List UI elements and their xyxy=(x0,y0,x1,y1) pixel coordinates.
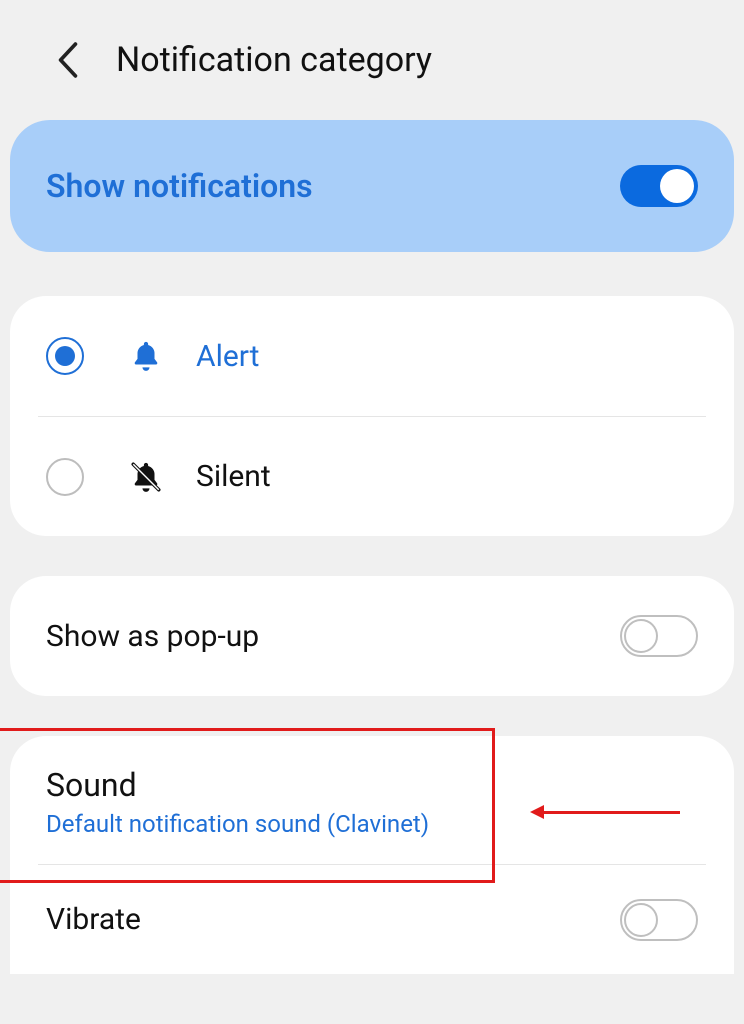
silent-radio[interactable] xyxy=(46,458,84,496)
page-title: Notification category xyxy=(116,40,432,80)
alert-label: Alert xyxy=(196,339,260,374)
show-notifications-row[interactable]: Show notifications xyxy=(38,120,706,252)
silent-mode-row[interactable]: Silent xyxy=(38,416,706,536)
vibrate-toggle[interactable] xyxy=(620,899,698,941)
show-notifications-card: Show notifications xyxy=(10,120,734,252)
silent-label: Silent xyxy=(196,459,271,494)
popup-card: Show as pop-up xyxy=(10,576,734,696)
mode-card: Alert Silent xyxy=(10,296,734,536)
show-notifications-label: Show notifications xyxy=(46,167,313,205)
sound-row[interactable]: Sound Default notification sound (Clavin… xyxy=(38,736,706,864)
popup-row[interactable]: Show as pop-up xyxy=(38,576,706,696)
popup-label: Show as pop-up xyxy=(46,619,259,654)
vibrate-label: Vibrate xyxy=(46,902,141,937)
sound-card: Sound Default notification sound (Clavin… xyxy=(10,736,734,974)
bell-icon xyxy=(126,336,166,376)
alert-radio[interactable] xyxy=(46,337,84,375)
sound-value: Default notification sound (Clavinet) xyxy=(46,810,698,838)
header: Notification category xyxy=(0,0,744,120)
sound-label: Sound xyxy=(46,766,698,804)
show-notifications-toggle[interactable] xyxy=(620,165,698,207)
back-button[interactable] xyxy=(50,42,86,78)
chevron-left-icon xyxy=(57,42,79,78)
bell-off-icon xyxy=(126,457,166,497)
alert-mode-row[interactable]: Alert xyxy=(38,296,706,416)
vibrate-row[interactable]: Vibrate xyxy=(38,864,706,974)
popup-toggle[interactable] xyxy=(620,615,698,657)
